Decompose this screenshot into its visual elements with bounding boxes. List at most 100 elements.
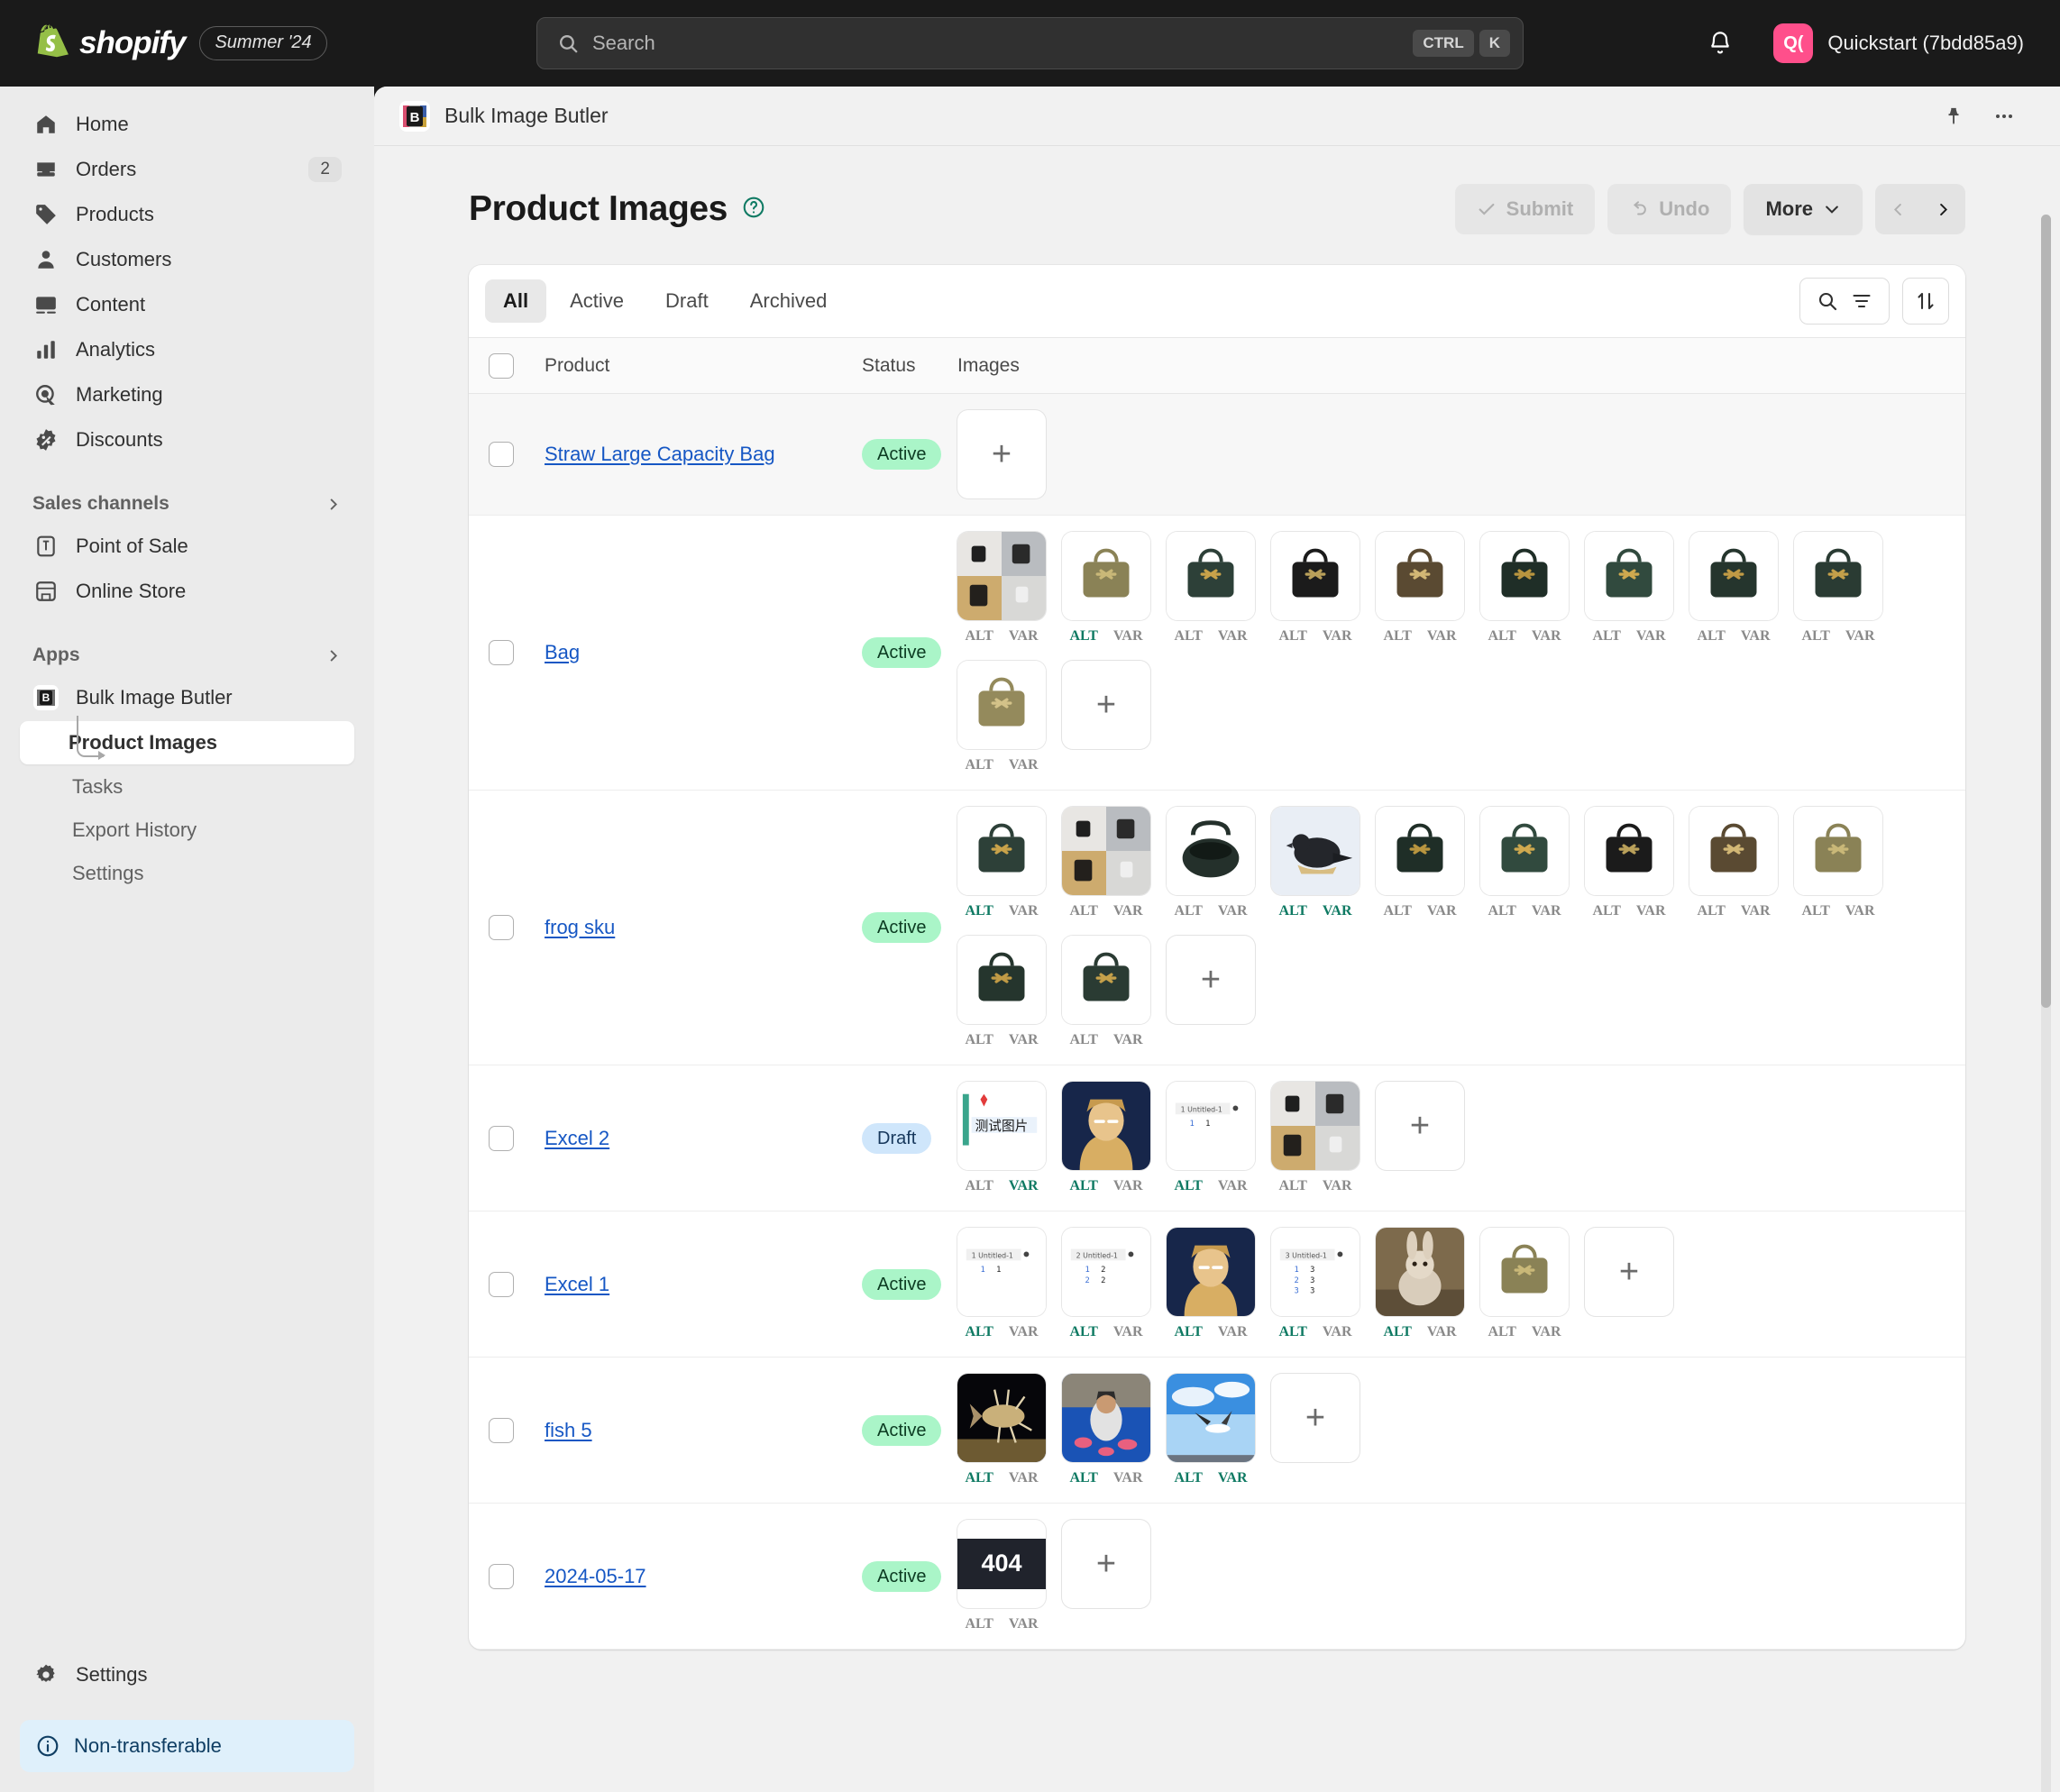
var-toggle[interactable]: VAR	[1113, 1178, 1143, 1194]
sidebar-item-marketing[interactable]: Marketing	[20, 373, 354, 416]
sidebar-item-app-settings[interactable]: Settings	[20, 853, 354, 894]
alt-toggle[interactable]: ALT	[1488, 628, 1515, 645]
sidebar-item-products[interactable]: Products	[20, 193, 354, 236]
product-image-thumbnail[interactable]	[1376, 532, 1464, 620]
sidebar-item-point-of-sale[interactable]: Point of Sale	[20, 525, 354, 568]
alt-toggle[interactable]: ALT	[965, 1324, 993, 1340]
var-toggle[interactable]: VAR	[1741, 903, 1771, 919]
product-image-thumbnail[interactable]	[1271, 1082, 1360, 1170]
prev-page-button[interactable]	[1875, 184, 1920, 234]
row-checkbox[interactable]	[489, 1563, 514, 1589]
alt-toggle[interactable]: ALT	[1174, 628, 1202, 645]
product-image-thumbnail[interactable]: 1 Untitled-1 1 1	[957, 1228, 1046, 1316]
product-image-thumbnail[interactable]	[957, 661, 1046, 749]
global-search[interactable]: Search CTRL K	[536, 17, 1524, 69]
var-toggle[interactable]: VAR	[1532, 628, 1561, 645]
tab-all[interactable]: All	[485, 279, 547, 323]
product-image-thumbnail[interactable]	[1376, 807, 1464, 895]
alt-toggle[interactable]: ALT	[1278, 1178, 1306, 1194]
product-link[interactable]: Straw Large Capacity Bag	[545, 443, 775, 465]
row-checkbox[interactable]	[489, 1271, 514, 1297]
alt-toggle[interactable]: ALT	[1278, 628, 1306, 645]
product-image-thumbnail[interactable]	[1480, 1228, 1569, 1316]
tab-archived[interactable]: Archived	[732, 279, 846, 323]
product-image-thumbnail[interactable]: 3 Untitled-1 1 3 2 3 3 3	[1271, 1228, 1360, 1316]
add-image-button[interactable]: +	[1062, 661, 1150, 749]
product-image-thumbnail[interactable]	[1689, 807, 1778, 895]
sidebar-item-online-store[interactable]: Online Store	[20, 570, 354, 613]
add-image-button[interactable]: +	[957, 410, 1046, 498]
product-image-thumbnail[interactable]: 测试图片	[957, 1082, 1046, 1170]
product-image-thumbnail[interactable]	[1585, 532, 1673, 620]
alt-toggle[interactable]: ALT	[1278, 903, 1306, 919]
user-menu[interactable]: Q( Quickstart (7bdd85a9)	[1764, 18, 2033, 69]
add-image-button[interactable]: +	[1062, 1520, 1150, 1608]
alt-toggle[interactable]: ALT	[1801, 903, 1829, 919]
pin-app-button[interactable]	[1936, 98, 1972, 134]
alt-toggle[interactable]: ALT	[1488, 1324, 1515, 1340]
product-image-thumbnail[interactable]	[1062, 936, 1150, 1024]
alt-toggle[interactable]: ALT	[1383, 1324, 1411, 1340]
var-toggle[interactable]: VAR	[1009, 1178, 1039, 1194]
undo-button[interactable]: Undo	[1607, 184, 1732, 234]
row-checkbox[interactable]	[489, 1125, 514, 1151]
product-image-thumbnail[interactable]	[1689, 532, 1778, 620]
sidebar-item-analytics[interactable]: Analytics	[20, 328, 354, 371]
var-toggle[interactable]: VAR	[1323, 628, 1352, 645]
product-image-thumbnail[interactable]	[1585, 807, 1673, 895]
product-image-thumbnail[interactable]: 2 Untitled-1 1 2 2 2	[1062, 1228, 1150, 1316]
var-toggle[interactable]: VAR	[1113, 1324, 1143, 1340]
var-toggle[interactable]: VAR	[1218, 1324, 1248, 1340]
alt-toggle[interactable]: ALT	[1069, 903, 1097, 919]
product-image-thumbnail[interactable]	[1167, 1228, 1255, 1316]
search-and-filter-button[interactable]	[1799, 278, 1890, 325]
add-image-button[interactable]: +	[1271, 1374, 1360, 1462]
product-image-thumbnail[interactable]	[1376, 1228, 1464, 1316]
alt-toggle[interactable]: ALT	[965, 903, 993, 919]
alt-toggle[interactable]: ALT	[1697, 628, 1725, 645]
alt-toggle[interactable]: ALT	[965, 1178, 993, 1194]
product-link[interactable]: fish 5	[545, 1419, 592, 1441]
alt-toggle[interactable]: ALT	[1801, 628, 1829, 645]
row-checkbox[interactable]	[489, 442, 514, 467]
var-toggle[interactable]: VAR	[1113, 1470, 1143, 1486]
non-transferable-notice[interactable]: Non-transferable	[20, 1720, 354, 1772]
product-image-thumbnail[interactable]	[957, 936, 1046, 1024]
var-toggle[interactable]: VAR	[1009, 628, 1039, 645]
var-toggle[interactable]: VAR	[1113, 1032, 1143, 1048]
product-image-thumbnail[interactable]: 404	[957, 1520, 1046, 1608]
product-image-thumbnail[interactable]	[1062, 1374, 1150, 1462]
product-image-thumbnail[interactable]	[1794, 807, 1882, 895]
alt-toggle[interactable]: ALT	[1174, 1178, 1202, 1194]
var-toggle[interactable]: VAR	[1741, 628, 1771, 645]
tab-active[interactable]: Active	[552, 279, 642, 323]
alt-toggle[interactable]: ALT	[1697, 903, 1725, 919]
var-toggle[interactable]: VAR	[1323, 1178, 1352, 1194]
alt-toggle[interactable]: ALT	[1592, 628, 1620, 645]
row-checkbox[interactable]	[489, 640, 514, 665]
product-link[interactable]: Excel 2	[545, 1127, 609, 1149]
product-image-thumbnail[interactable]	[1167, 1374, 1255, 1462]
product-link[interactable]: frog sku	[545, 916, 615, 938]
sales-channels-header[interactable]: Sales channels	[20, 483, 354, 525]
var-toggle[interactable]: VAR	[1532, 903, 1561, 919]
product-image-thumbnail[interactable]	[957, 807, 1046, 895]
product-image-thumbnail[interactable]	[1480, 532, 1569, 620]
var-toggle[interactable]: VAR	[1009, 1470, 1039, 1486]
alt-toggle[interactable]: ALT	[965, 1470, 993, 1486]
var-toggle[interactable]: VAR	[1845, 903, 1875, 919]
product-image-thumbnail[interactable]	[1271, 532, 1360, 620]
product-image-thumbnail[interactable]	[1480, 807, 1569, 895]
product-image-thumbnail[interactable]	[1794, 532, 1882, 620]
var-toggle[interactable]: VAR	[1323, 903, 1352, 919]
alt-toggle[interactable]: ALT	[1069, 628, 1097, 645]
help-circle-icon[interactable]	[742, 196, 765, 224]
var-toggle[interactable]: VAR	[1427, 903, 1457, 919]
product-image-thumbnail[interactable]: 1 Untitled-1 1 1	[1167, 1082, 1255, 1170]
main-scrollbar[interactable]	[2041, 215, 2051, 1792]
product-image-thumbnail[interactable]	[957, 532, 1046, 620]
product-link[interactable]: 2024-05-17	[545, 1565, 646, 1587]
sidebar-item-product-images[interactable]: Product Images	[20, 721, 354, 764]
product-image-thumbnail[interactable]	[1167, 807, 1255, 895]
var-toggle[interactable]: VAR	[1323, 1324, 1352, 1340]
